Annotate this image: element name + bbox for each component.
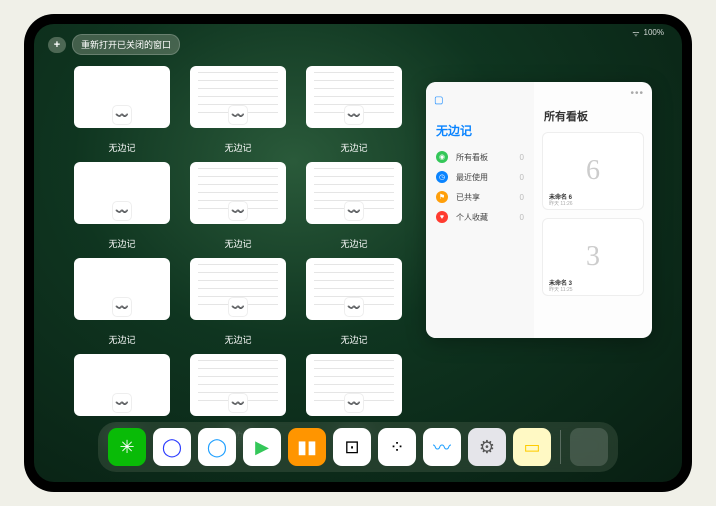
window-preview: 〰️ [74, 354, 170, 416]
app-icon: 〰️ [112, 201, 132, 221]
window-label: 无边记 [108, 237, 135, 250]
sidebar-toggle-icon[interactable]: ▢ [434, 95, 443, 106]
window-label: 无边记 [224, 237, 251, 250]
window-label: 无边记 [340, 237, 367, 250]
window-thumbnail[interactable]: 〰️ 无边记 [190, 162, 286, 250]
app-icon: 〰️ [112, 393, 132, 413]
app-icon: 〰️ [228, 105, 248, 125]
window-preview: 〰️ [190, 66, 286, 128]
panel-left-title: 无边记 [436, 122, 526, 139]
category-count: 0 [520, 153, 524, 162]
ipad-frame: ᯤ 100% + 重新打开已关闭的窗口 〰️ 无边记 〰️ 无边记 〰️ 无边记… [24, 14, 692, 492]
sidebar-category[interactable]: ⚑ 已共享 0 [434, 187, 526, 207]
window-preview: 〰️ [74, 162, 170, 224]
board-thumbnail[interactable]: 6 未命名 6 昨天 11:26 [542, 132, 644, 210]
window-thumbnail[interactable]: 〰️ 无边记 [190, 258, 286, 346]
window-preview: 〰️ [74, 258, 170, 320]
app-icon: 〰️ [228, 393, 248, 413]
window-label: 无边记 [340, 141, 367, 154]
sidebar-category[interactable]: ◷ 最近使用 0 [434, 167, 526, 187]
window-label: 无边记 [340, 333, 367, 346]
window-label: 无边记 [108, 333, 135, 346]
reopen-closed-window-button[interactable]: 重新打开已关闭的窗口 [72, 34, 180, 55]
panel-sidebar: ▢ 无边记 ◉ 所有看板 0◷ 最近使用 0⚑ 已共享 0♥ 个人收藏 0 [426, 82, 534, 338]
category-count: 0 [520, 173, 524, 182]
board-thumbnail[interactable]: 3 未命名 3 昨天 11:25 [542, 218, 644, 296]
dock-app-wechat[interactable]: ✳ [108, 428, 146, 466]
window-thumbnail[interactable]: 〰️ 无边记 [74, 162, 170, 250]
dock-app-notes[interactable]: ▭ [513, 428, 551, 466]
window-thumbnail[interactable]: 〰️ 无边记 [306, 162, 402, 250]
window-label: 无边记 [224, 333, 251, 346]
dock: ✳◯◯▶▮▮⊡⁘〰⚙▭ [98, 422, 618, 472]
window-label: 无边记 [224, 141, 251, 154]
category-icon: ⚑ [436, 191, 448, 203]
dock-separator [560, 430, 561, 464]
dock-app-dots[interactable]: ⁘ [378, 428, 416, 466]
wifi-icon: ᯤ [632, 28, 639, 39]
category-icon: ♥ [436, 211, 448, 223]
category-icon: ◉ [436, 151, 448, 163]
status-bar: ᯤ 100% [632, 28, 664, 39]
dock-app-quark-hd[interactable]: ◯ [153, 428, 191, 466]
window-thumbnail[interactable]: 〰️ 无边记 [74, 258, 170, 346]
category-count: 0 [520, 193, 524, 202]
more-icon[interactable]: ••• [630, 88, 644, 99]
sidebar-category[interactable]: ♥ 个人收藏 0 [434, 207, 526, 227]
dock-app-quark[interactable]: ◯ [198, 428, 236, 466]
window-thumbnail[interactable]: 〰️ 无边记 [306, 66, 402, 154]
dock-app-freeform[interactable]: 〰 [423, 428, 461, 466]
dock-app-library[interactable] [570, 428, 608, 466]
category-count: 0 [520, 213, 524, 222]
window-preview: 〰️ [306, 66, 402, 128]
window-preview: 〰️ [190, 258, 286, 320]
dock-app-books[interactable]: ▮▮ [288, 428, 326, 466]
panel-right-title: 所有看板 [544, 108, 644, 124]
window-preview: 〰️ [306, 354, 402, 416]
app-icon: 〰️ [112, 297, 132, 317]
app-icon: 〰️ [112, 105, 132, 125]
window-grid: 〰️ 无边记 〰️ 无边记 〰️ 无边记 〰️ 无边记 〰️ 无边记 〰️ 无边… [74, 66, 434, 442]
board-time: 昨天 11:26 [549, 200, 573, 207]
app-icon: 〰️ [228, 297, 248, 317]
new-window-button[interactable]: + [48, 37, 66, 53]
app-panel[interactable]: ▢ 无边记 ◉ 所有看板 0◷ 最近使用 0⚑ 已共享 0♥ 个人收藏 0 ••… [426, 82, 652, 338]
window-preview: 〰️ [306, 162, 402, 224]
app-icon: 〰️ [344, 297, 364, 317]
sidebar-category[interactable]: ◉ 所有看板 0 [434, 147, 526, 167]
window-thumbnail[interactable]: 〰️ 无边记 [74, 66, 170, 154]
panel-content: ••• 所有看板 6 未命名 6 昨天 11:26 3 未命名 3 昨天 11:2… [534, 82, 652, 338]
dock-app-settings[interactable]: ⚙ [468, 428, 506, 466]
battery-label: 100% [644, 28, 664, 39]
category-name: 已共享 [456, 192, 515, 203]
app-icon: 〰️ [344, 201, 364, 221]
category-name: 所有看板 [456, 152, 515, 163]
app-icon: 〰️ [344, 105, 364, 125]
window-preview: 〰️ [306, 258, 402, 320]
category-name: 最近使用 [456, 172, 515, 183]
window-preview: 〰️ [190, 354, 286, 416]
app-icon: 〰️ [344, 393, 364, 413]
screen: ᯤ 100% + 重新打开已关闭的窗口 〰️ 无边记 〰️ 无边记 〰️ 无边记… [34, 24, 682, 482]
window-preview: 〰️ [190, 162, 286, 224]
window-thumbnail[interactable]: 〰️ 无边记 [306, 258, 402, 346]
category-name: 个人收藏 [456, 212, 515, 223]
top-pill: + 重新打开已关闭的窗口 [48, 34, 180, 55]
window-thumbnail[interactable]: 〰️ 无边记 [190, 66, 286, 154]
dock-app-play[interactable]: ▶ [243, 428, 281, 466]
board-sketch: 3 [586, 241, 600, 273]
app-icon: 〰️ [228, 201, 248, 221]
category-icon: ◷ [436, 171, 448, 183]
window-label: 无边记 [108, 141, 135, 154]
board-time: 昨天 11:25 [549, 286, 573, 293]
dock-app-dice[interactable]: ⊡ [333, 428, 371, 466]
board-sketch: 6 [586, 155, 600, 187]
window-preview: 〰️ [74, 66, 170, 128]
